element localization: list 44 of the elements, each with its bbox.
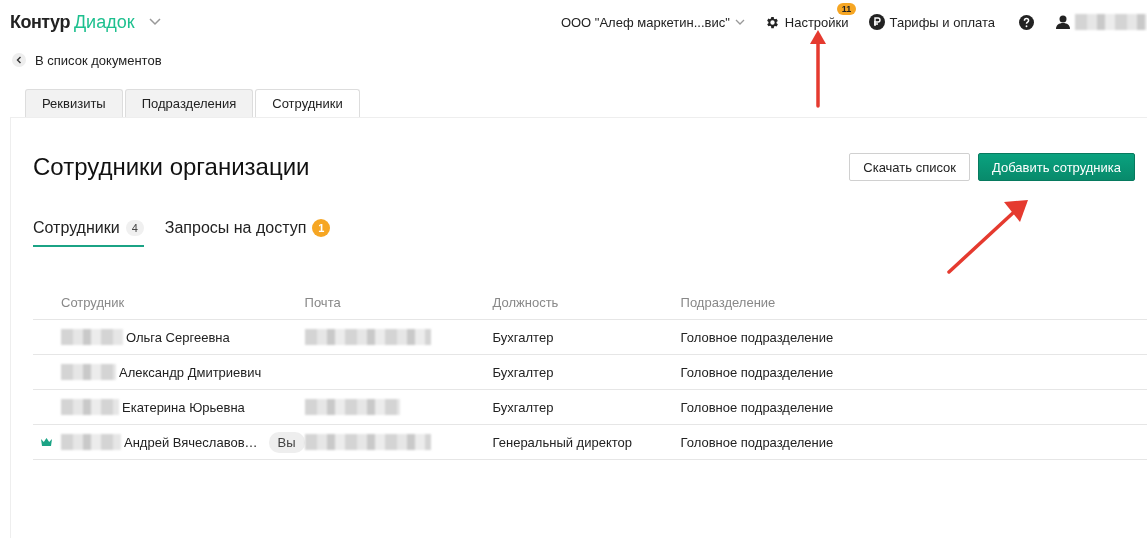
position-cell: Бухгалтер [492, 364, 554, 380]
column-header: Подразделение [680, 294, 776, 310]
position-cell: Генеральный директор [492, 434, 632, 450]
department-cell: Головное подразделение [680, 329, 834, 345]
back-icon[interactable] [12, 53, 26, 67]
employee-name: Александр Дмитриевич [119, 364, 262, 380]
section-tab[interactable]: Реквизиты [25, 89, 123, 117]
employee-name: Екатерина Юрьевна [122, 399, 245, 415]
column-header: Должность [492, 294, 559, 310]
department-cell: Головное подразделение [680, 434, 834, 450]
blurred-text [61, 364, 116, 380]
ruble-icon[interactable] [868, 14, 885, 30]
alert-badge: 1 [312, 219, 331, 237]
department-cell: Головное подразделение [680, 399, 834, 415]
help-icon[interactable] [1019, 14, 1034, 30]
you-badge: Вы [268, 431, 305, 453]
position-cell: Бухгалтер [492, 399, 554, 415]
notification-badge: 11 [836, 2, 857, 15]
logo-text[interactable]: Контур [10, 11, 70, 33]
blurred-text [61, 399, 119, 415]
count-badge: 4 [125, 220, 144, 236]
tab[interactable]: Сотрудники 4 [33, 219, 144, 247]
billing-link[interactable]: Тарифы и оплата [889, 14, 995, 30]
column-header: Сотрудник [61, 294, 125, 310]
position-cell: Бухгалтер [492, 329, 554, 345]
chevron-down-icon[interactable] [734, 19, 745, 25]
column-header: Почта [304, 294, 341, 310]
organization-selector[interactable]: ООО "Алеф маркетин...вис" [560, 14, 730, 30]
download-list-button[interactable]: Скачать список [849, 153, 970, 181]
section-tab[interactable]: Подразделения [124, 89, 254, 117]
tab[interactable]: Запросы на доступ 1 [164, 219, 331, 247]
add-employee-button[interactable]: Добавить сотрудника [978, 153, 1135, 181]
section-tab[interactable]: Сотрудники [255, 89, 360, 117]
settings-link[interactable]: Настройки [784, 14, 849, 30]
department-cell: Головное подразделение [680, 364, 834, 380]
page-title: Сотрудники организации [33, 153, 311, 181]
blurred-text [61, 329, 123, 345]
chevron-down-icon[interactable] [148, 18, 161, 26]
user-icon[interactable] [1056, 15, 1070, 29]
settings-icon[interactable] [764, 14, 780, 30]
blurred-text [61, 434, 121, 450]
employee-name: Андрей Вячеславов… [124, 434, 258, 450]
employee-name: Ольга Сергеевна [126, 329, 230, 345]
back-link[interactable]: В список документов [35, 52, 162, 68]
